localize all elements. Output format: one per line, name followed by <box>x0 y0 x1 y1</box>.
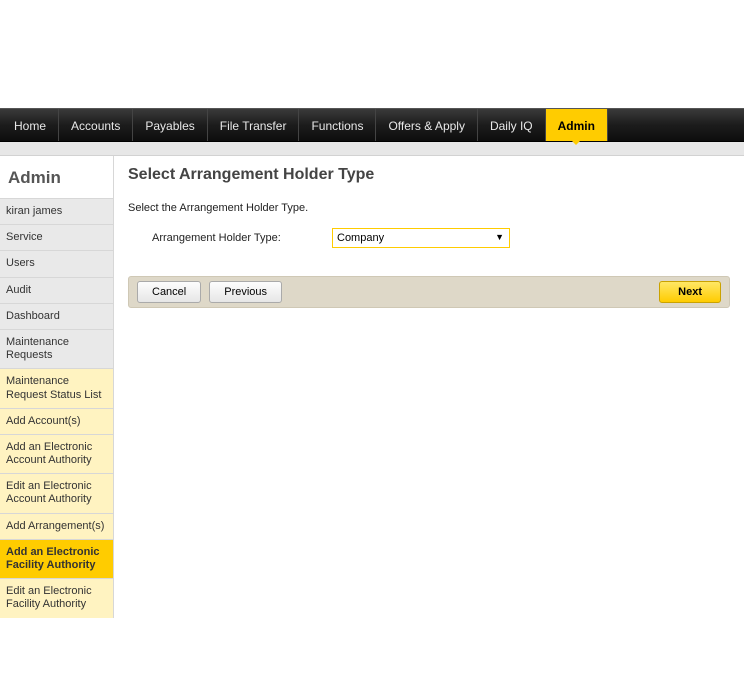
sidebar-item-dashboard[interactable]: Dashboard <box>0 303 113 329</box>
sidebar-item-service[interactable]: Service <box>0 224 113 250</box>
nav-tab-home[interactable]: Home <box>0 109 59 141</box>
sidebar-item-edit-an-electronic-account-authority[interactable]: Edit an Electronic Account Authority <box>0 473 113 512</box>
sidebar-item-users[interactable]: Users <box>0 250 113 276</box>
nav-tab-offers-apply[interactable]: Offers & Apply <box>376 109 477 141</box>
sidebar-item-maintenance-requests[interactable]: Maintenance Requests <box>0 329 113 368</box>
next-button[interactable]: Next <box>659 281 721 303</box>
main-panel: Select Arrangement Holder Type Select th… <box>114 156 744 618</box>
sidebar-item-kiran-james[interactable]: kiran james <box>0 198 113 224</box>
sidebar-item-maintenance-request-status-list[interactable]: Maintenance Request Status List <box>0 368 113 407</box>
nav-spacer <box>0 142 744 156</box>
sidebar-item-edit-an-electronic-facility-authority[interactable]: Edit an Electronic Facility Authority <box>0 578 113 617</box>
arrangement-holder-select-wrap: Company <box>332 228 510 248</box>
nav-tab-accounts[interactable]: Accounts <box>59 109 133 141</box>
nav-tab-admin[interactable]: Admin <box>546 109 608 141</box>
nav-tab-functions[interactable]: Functions <box>299 109 376 141</box>
arrangement-holder-row: Arrangement Holder Type: Company <box>128 228 730 248</box>
sidebar-item-add-account-s[interactable]: Add Account(s) <box>0 408 113 434</box>
nav-tab-file-transfer[interactable]: File Transfer <box>208 109 300 141</box>
sidebar-item-add-an-electronic-account-authority[interactable]: Add an Electronic Account Authority <box>0 434 113 473</box>
cancel-button[interactable]: Cancel <box>137 281 201 303</box>
sidebar-item-add-an-electronic-facility-authority[interactable]: Add an Electronic Facility Authority <box>0 539 113 578</box>
nav-tab-daily-iq[interactable]: Daily IQ <box>478 109 546 141</box>
page-heading: Select Arrangement Holder Type <box>128 166 730 184</box>
sidebar-item-audit[interactable]: Audit <box>0 277 113 303</box>
previous-button[interactable]: Previous <box>209 281 282 303</box>
top-nav: HomeAccountsPayablesFile TransferFunctio… <box>0 108 744 142</box>
arrangement-holder-label: Arrangement Holder Type: <box>152 232 332 244</box>
action-bar: Cancel Previous Next <box>128 276 730 308</box>
nav-tab-payables[interactable]: Payables <box>133 109 207 141</box>
instruction-text: Select the Arrangement Holder Type. <box>128 202 730 214</box>
arrangement-holder-select[interactable]: Company <box>332 228 510 248</box>
admin-sidebar: Admin kiran jamesServiceUsersAuditDashbo… <box>0 156 114 618</box>
sidebar-title: Admin <box>0 164 113 198</box>
sidebar-item-add-arrangement-s[interactable]: Add Arrangement(s) <box>0 513 113 539</box>
